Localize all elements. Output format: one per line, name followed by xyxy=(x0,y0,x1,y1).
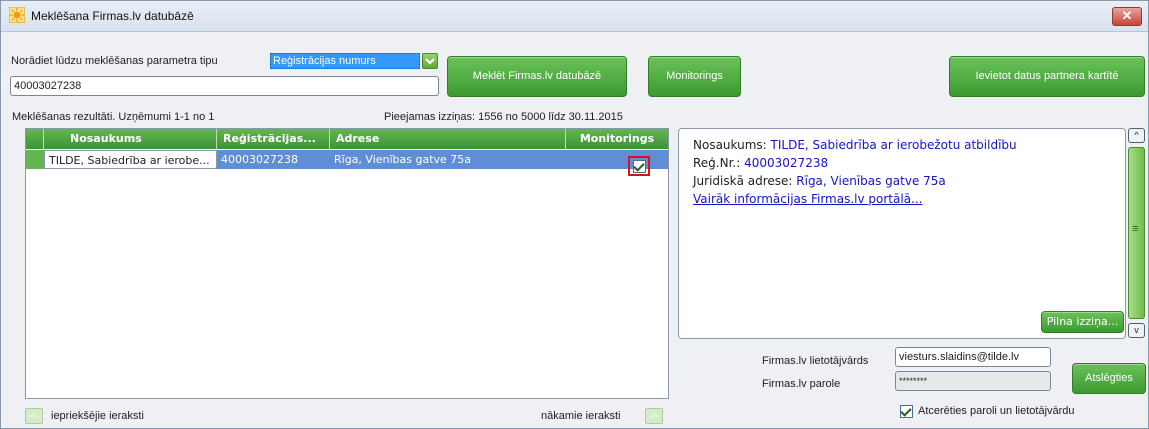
table-row[interactable]: TILDE, Sabiedrība ar ierobe... 400030272… xyxy=(44,150,668,169)
prev-records-link[interactable]: iepriekšējie ieraksti xyxy=(51,410,144,422)
monitoring-checkbox[interactable] xyxy=(633,160,646,173)
cell-reg[interactable]: 40003027238 xyxy=(217,150,330,169)
scroll-thumb[interactable]: ≡ xyxy=(1128,147,1145,319)
insert-partner-data-button[interactable]: Ievietot datus partnera kartītē xyxy=(949,56,1145,97)
available-reports: Pieejamas izziņas: 1556 no 5000 līdz 30.… xyxy=(384,111,623,123)
detail-address-label: Juridiskā adrese: xyxy=(693,174,793,188)
company-detail-panel: Nosaukums: TILDE, Sabiedrība ar ierobežo… xyxy=(678,128,1126,339)
disconnect-button[interactable]: Atslēgties xyxy=(1072,363,1146,394)
password-label: Firmas.lv parole xyxy=(762,378,841,390)
search-query-input[interactable]: 40003027238 xyxy=(10,76,439,96)
chevron-down-icon[interactable] xyxy=(422,53,438,69)
window-title: Meklēšana Firmas.lv datubāzē xyxy=(31,9,194,23)
remember-label[interactable]: Atcerēties paroli un lietotājvārdu xyxy=(918,405,1075,417)
sun-icon xyxy=(9,7,25,23)
detail-address-value: Rīga, Vienības gatve 75a xyxy=(796,174,946,188)
results-table: Nosaukums Reģistrācijas... Adrese Monito… xyxy=(25,128,669,399)
search-window: Meklēšana Firmas.lv datubāzē ✕ Norādiet … xyxy=(0,0,1149,429)
results-summary: Meklēšanas rezultāti. Uzņēmumi 1-1 no 1 xyxy=(12,111,215,123)
monitoring-button[interactable]: Monitorings xyxy=(648,56,741,97)
column-header-reg[interactable]: Reģistrācijas... xyxy=(217,129,330,149)
detail-name-value: TILDE, Sabiedrība ar ierobežotu atbildīb… xyxy=(770,138,1017,152)
next-records-link[interactable]: nākamie ieraksti xyxy=(541,410,620,422)
close-button[interactable]: ✕ xyxy=(1112,7,1142,26)
cell-name[interactable]: TILDE, Sabiedrība ar ierobe... xyxy=(44,150,217,169)
column-header-name[interactable]: Nosaukums xyxy=(44,129,217,149)
detail-name-label: Nosaukums: xyxy=(693,138,767,152)
prev-arrow-icon[interactable]: <- xyxy=(25,408,43,424)
grip-icon: ≡ xyxy=(1132,223,1139,235)
scroll-down-icon[interactable]: v xyxy=(1128,323,1145,338)
title-bar: Meklēšana Firmas.lv datubāzē ✕ xyxy=(1,1,1148,32)
search-button[interactable]: Meklēt Firmas.lv datubāzē xyxy=(447,56,627,97)
search-type-select[interactable]: Reģistrācijas numurs xyxy=(270,53,440,69)
next-arrow-icon[interactable]: -> xyxy=(645,408,663,424)
search-type-label: Norādiet lūdzu meklēšanas parametra tipu xyxy=(11,55,218,67)
detail-reg-value: 40003027238 xyxy=(744,156,829,170)
row-indicator[interactable] xyxy=(26,150,44,169)
table-header: Nosaukums Reģistrācijas... Adrese Monito… xyxy=(26,129,668,149)
check-icon xyxy=(633,160,645,172)
username-label: Firmas.lv lietotājvārds xyxy=(762,355,869,367)
full-report-button[interactable]: Pilna izziņa... xyxy=(1041,311,1124,333)
column-header-address[interactable]: Adrese xyxy=(330,129,566,149)
scroll-up-icon[interactable]: ^ xyxy=(1128,128,1145,143)
detail-reg-label: Reģ.Nr.: xyxy=(693,156,741,170)
row-indicator-header xyxy=(26,129,44,149)
password-input[interactable]: ******** xyxy=(895,371,1051,391)
search-type-value[interactable]: Reģistrācijas numurs xyxy=(270,53,420,69)
detail-scrollbar[interactable]: ^ ≡ v xyxy=(1127,128,1146,339)
column-header-monitoring[interactable]: Monitorings xyxy=(566,129,668,149)
remember-checkbox[interactable] xyxy=(900,405,913,418)
cell-address[interactable]: Rīga, Vienības gatve 75a xyxy=(330,150,566,169)
more-info-link[interactable]: Vairāk informācijas Firmas.lv portālā... xyxy=(693,192,923,206)
username-input[interactable]: viesturs.slaidins@tilde.lv xyxy=(895,347,1051,367)
check-icon xyxy=(900,405,912,417)
